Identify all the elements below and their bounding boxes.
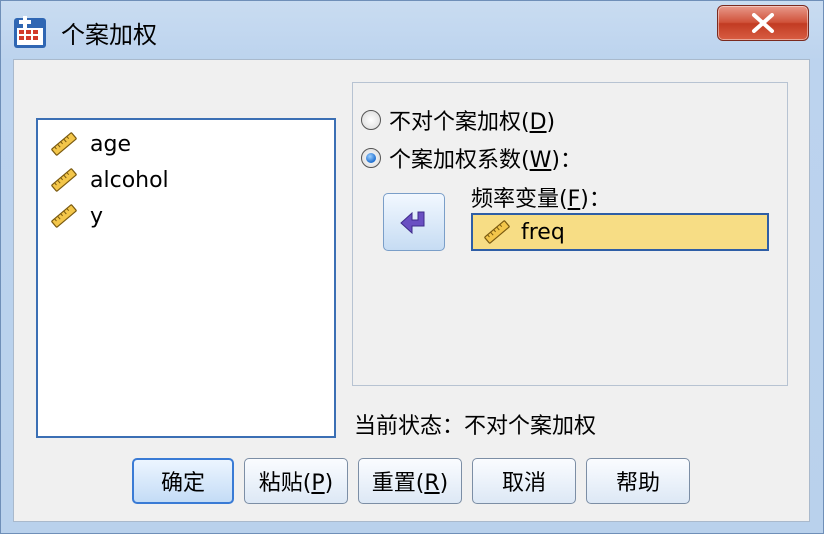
close-icon [752,13,774,33]
list-item[interactable]: y [48,200,103,232]
close-button[interactable] [717,5,809,41]
spss-table-icon [14,16,46,48]
cancel-button[interactable]: 取消 [472,458,576,504]
frequency-variable-label: 频率变量(F)： [471,187,611,212]
radio-button[interactable] [361,148,381,168]
button-label: 确定 [160,471,205,496]
reset-button[interactable]: 重置(R) [358,458,462,504]
radio-label: 个案加权系数(W)： [389,148,582,173]
frequency-variable-value: freq [521,219,565,245]
ruler-icon [50,131,78,157]
frequency-variable-field[interactable]: freq [471,213,769,251]
radio-no-weight[interactable]: 不对个案加权(D) [361,105,555,135]
ruler-icon [50,203,78,229]
variable-name: alcohol [90,167,169,193]
variable-name: y [90,203,104,229]
ruler-icon [483,219,511,245]
help-button[interactable]: 帮助 [586,458,690,504]
dialog-window: 个案加权 age alcohol y 不对个案加权(D) 个案加权系数(W)： … [0,0,824,534]
list-item[interactable]: age [48,128,131,160]
paste-button[interactable]: 粘贴(P) [244,458,348,504]
radio-button[interactable] [361,110,381,130]
variable-list[interactable]: age alcohol y [36,118,336,438]
window-title: 个案加权 [61,21,157,49]
variable-name: age [90,131,131,157]
ok-button[interactable]: 确定 [132,458,234,504]
current-status: 当前状态：不对个案加权 [354,414,597,439]
weight-options-panel: 不对个案加权(D) 个案加权系数(W)： 频率变量(F)： freq [352,82,788,386]
dialog-content: age alcohol y 不对个案加权(D) 个案加权系数(W)： 频率变量(… [13,59,810,522]
move-variable-button[interactable] [383,193,445,251]
radio-label: 不对个案加权(D) [389,110,556,135]
arrow-left-icon [400,211,425,235]
ruler-icon [50,167,78,193]
title-bar[interactable]: 个案加权 [1,1,823,59]
button-label: 帮助 [615,471,660,496]
button-label: 粘贴(P) [258,471,334,496]
list-item[interactable]: alcohol [48,164,169,196]
button-label: 取消 [501,471,546,496]
button-label: 重置(R) [371,471,449,496]
radio-weight-by[interactable]: 个案加权系数(W)： [361,143,582,173]
